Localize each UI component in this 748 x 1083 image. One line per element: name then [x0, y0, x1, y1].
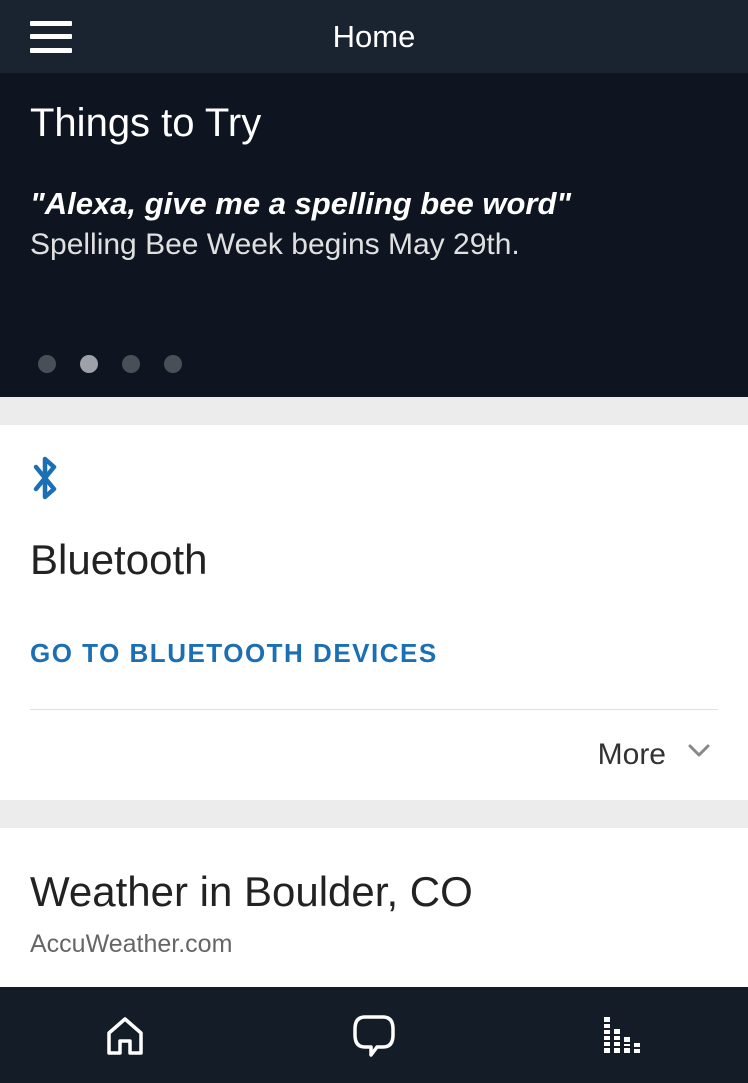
app-header: Home — [0, 0, 748, 73]
home-icon — [103, 1013, 147, 1057]
bluetooth-card: Bluetooth GO TO BLUETOOTH DEVICES More — [0, 425, 748, 800]
section-gap — [0, 800, 748, 828]
more-label: More — [598, 738, 666, 772]
weather-source: AccuWeather.com — [30, 930, 718, 959]
carousel-dot-2[interactable] — [122, 355, 140, 373]
nav-home-button[interactable] — [99, 1009, 151, 1061]
weather-title: Weather in Boulder, CO — [30, 868, 718, 916]
carousel-dot-1[interactable] — [80, 355, 98, 373]
bluetooth-title: Bluetooth — [30, 536, 718, 584]
page-title: Home — [333, 19, 416, 55]
bluetooth-icon — [30, 455, 718, 508]
carousel-subtitle: Spelling Bee Week begins May 29th. — [30, 228, 718, 262]
section-gap — [0, 397, 748, 425]
weather-card[interactable]: Weather in Boulder, CO AccuWeather.com — [0, 828, 748, 989]
carousel-dots — [38, 355, 182, 373]
more-row[interactable]: More — [30, 710, 718, 800]
carousel-dot-3[interactable] — [164, 355, 182, 373]
menu-button[interactable] — [30, 21, 72, 53]
bluetooth-devices-link[interactable]: GO TO BLUETOOTH DEVICES — [30, 638, 718, 669]
nav-chat-button[interactable] — [348, 1009, 400, 1061]
nav-equalizer-button[interactable] — [597, 1009, 649, 1061]
equalizer-icon — [601, 1015, 645, 1055]
bottom-nav — [0, 987, 748, 1083]
carousel-dot-0[interactable] — [38, 355, 56, 373]
things-to-try-carousel[interactable]: Things to Try "Alexa, give me a spelling… — [0, 73, 748, 397]
chat-icon — [351, 1013, 397, 1057]
carousel-quote: "Alexa, give me a spelling bee word" — [30, 186, 718, 222]
carousel-heading: Things to Try — [30, 101, 718, 146]
chevron-down-icon — [688, 744, 710, 766]
